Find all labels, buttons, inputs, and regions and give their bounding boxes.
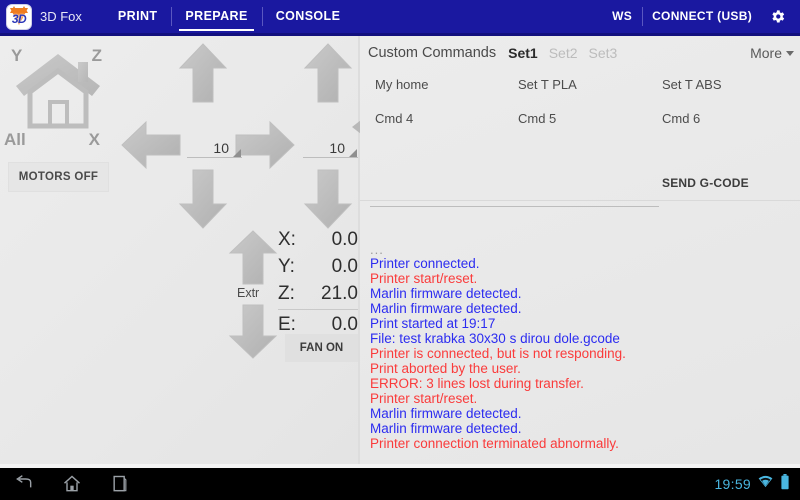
console-log-line: Printer is connected, but is not respond… <box>370 346 626 361</box>
console-log-panel[interactable]: ... Printer connected. Printer start/reset… <box>360 173 800 461</box>
home-axis-x[interactable]: X <box>89 130 100 150</box>
gear-icon[interactable] <box>762 0 792 33</box>
logo-text: 3D <box>11 11 27 26</box>
coord-divider <box>278 309 358 310</box>
tab-console[interactable]: CONSOLE <box>261 0 355 33</box>
console-log-line: Marlin firmware detected. <box>370 301 522 316</box>
custom-command-grid: My home Set T PLA Set T ABS Cmd 4 Cmd 5 … <box>360 66 800 207</box>
retract-button[interactable] <box>228 302 278 360</box>
android-system-bar: 19:59 <box>0 468 800 500</box>
console-log-line: Marlin firmware detected. <box>370 421 522 436</box>
coord-label-x: X: <box>278 229 296 250</box>
move-z-plus-button[interactable] <box>303 42 353 106</box>
chevron-down-icon <box>786 50 794 56</box>
coordinate-readout: X: 0.0 Y: 0.0 Z: 21.0 E: 0.0 <box>278 226 358 338</box>
move-z-minus-button[interactable] <box>303 166 353 230</box>
more-label: More <box>750 45 782 61</box>
coord-value-x: 0.0 <box>331 229 358 250</box>
extruder-label: Extr <box>237 286 260 300</box>
coord-row-z: Z: 21.0 <box>278 280 358 307</box>
fan-on-button[interactable]: FAN ON <box>285 334 358 362</box>
ws-button[interactable]: WS <box>602 0 642 33</box>
custom-commands-header: Custom Commands Set1 Set2 Set3 More <box>368 41 794 65</box>
app-logo: 3D <box>6 3 32 30</box>
console-log-line: Print started at 19:17 <box>370 316 496 331</box>
coord-label-z: Z: <box>278 283 295 304</box>
console-log-line: Printer start/reset. <box>370 271 478 286</box>
move-y-minus-button[interactable] <box>178 166 228 230</box>
custom-command-3[interactable]: Set T ABS <box>662 77 722 92</box>
back-arrow-icon[interactable] <box>0 468 48 500</box>
system-clock: 19:59 <box>714 476 751 492</box>
app-bar: 3D 3D Fox PRINT PREPARE CONSOLE WS CONNE… <box>0 0 800 33</box>
coord-label-y: Y: <box>278 256 295 277</box>
custom-command-4[interactable]: Cmd 4 <box>375 111 413 126</box>
coord-row-x: X: 0.0 <box>278 226 358 253</box>
move-x-minus-button[interactable] <box>120 120 184 170</box>
battery-icon <box>780 473 790 495</box>
home-icon[interactable] <box>48 468 96 500</box>
custom-command-2[interactable]: Set T PLA <box>518 77 577 92</box>
custom-command-6[interactable]: Cmd 6 <box>662 111 700 126</box>
console-log-line: Marlin firmware detected. <box>370 406 522 421</box>
system-status-area: 19:59 <box>714 473 800 495</box>
house-icon[interactable] <box>12 50 104 136</box>
z-step-caret-icon <box>349 149 357 157</box>
tab-print[interactable]: PRINT <box>104 0 172 33</box>
custom-commands-title: Custom Commands <box>368 45 497 61</box>
home-axis-widget: Y Z All X <box>2 42 114 152</box>
console-log-line: Marlin firmware detected. <box>370 286 522 301</box>
console-log-line: File: test krabka 30x30 s dirou dole.gco… <box>370 331 620 346</box>
tab-set3[interactable]: Set3 <box>589 45 618 61</box>
app-title: 3D Fox <box>40 9 82 24</box>
console-log-line: Printer connected. <box>370 256 480 271</box>
command-set-tabs: Set1 Set2 Set3 <box>508 45 628 61</box>
custom-command-1[interactable]: My home <box>375 77 428 92</box>
custom-command-5[interactable]: Cmd 5 <box>518 111 556 126</box>
tab-set2[interactable]: Set2 <box>549 45 578 61</box>
z-step-spinner[interactable]: 10 <box>303 139 358 158</box>
tab-set1[interactable]: Set1 <box>508 45 538 61</box>
app-root: 3D 3D Fox PRINT PREPARE CONSOLE WS CONNE… <box>0 0 800 500</box>
app-bar-actions: WS CONNECT (USB) <box>602 0 800 33</box>
xy-step-caret-icon <box>233 149 241 157</box>
home-axis-y[interactable]: Y <box>11 46 22 66</box>
coord-row-y: Y: 0.0 <box>278 253 358 280</box>
prepare-left-pane: Y Z All X MOTORS OFF 10 10 Extr X: 0.0 Y… <box>0 36 360 464</box>
wifi-icon <box>758 475 773 493</box>
prepare-right-pane: Custom Commands Set1 Set2 Set3 More My h… <box>360 36 800 464</box>
coord-value-y: 0.0 <box>331 256 358 277</box>
xy-step-rule <box>187 157 242 158</box>
console-log-line: Print aborted by the user. <box>370 361 521 376</box>
console-log-lines: ... Printer connected. Printer start/reset… <box>370 243 790 451</box>
main-nav-tabs: PRINT PREPARE CONSOLE <box>104 0 354 33</box>
z-step-rule <box>303 157 358 158</box>
console-log-line: Printer start/reset. <box>370 391 478 406</box>
home-axis-z[interactable]: Z <box>92 46 102 66</box>
more-button[interactable]: More <box>750 45 794 61</box>
motors-off-button[interactable]: MOTORS OFF <box>9 163 108 191</box>
console-log-line: ... <box>370 242 384 257</box>
console-log-line: ERROR: 3 lines lost during transfer. <box>370 376 584 391</box>
tab-prepare[interactable]: PREPARE <box>171 0 261 33</box>
home-axis-all[interactable]: All <box>4 130 26 150</box>
console-log-line: Printer connection terminated abnormally… <box>370 436 619 451</box>
recent-apps-icon[interactable] <box>96 468 144 500</box>
coord-value-z: 21.0 <box>321 283 358 304</box>
xy-step-spinner[interactable]: 10 <box>187 139 242 158</box>
connect-usb-button[interactable]: CONNECT (USB) <box>642 0 762 33</box>
move-y-plus-button[interactable] <box>178 42 228 106</box>
extrude-button[interactable] <box>228 229 278 287</box>
